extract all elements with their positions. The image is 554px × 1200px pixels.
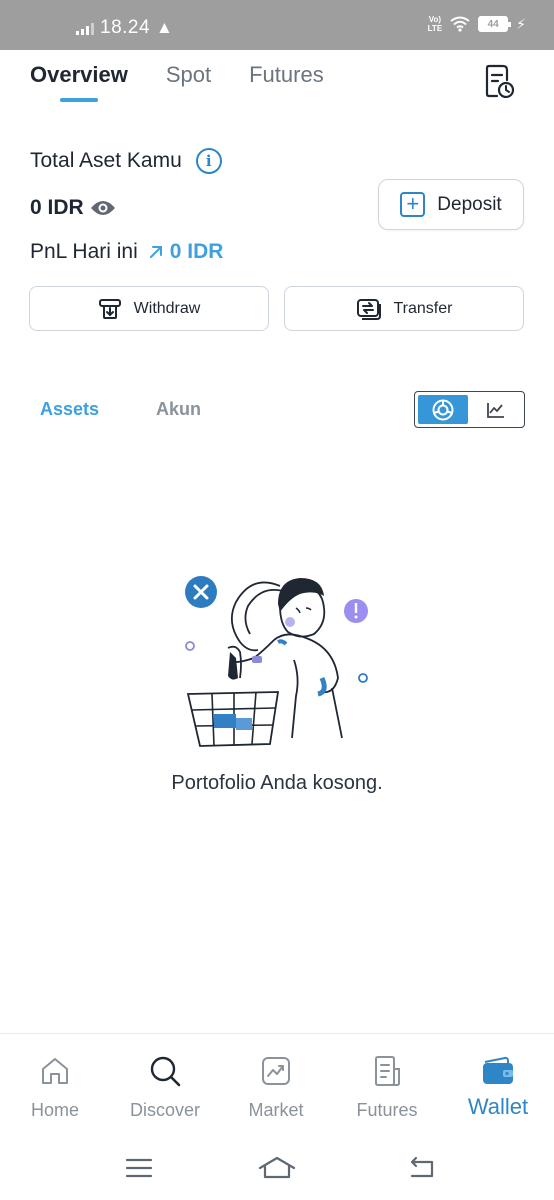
empty-state-message: Portofolio Anda kosong. [171,772,383,794]
line-chart-icon [487,402,505,418]
menu-icon[interactable] [124,1154,154,1182]
eye-icon[interactable] [90,199,116,217]
withdraw-button[interactable]: Withdraw [29,286,269,331]
home-icon [42,1058,68,1084]
balance: 0 IDR [30,196,116,220]
balance-value: 0 IDR [30,196,84,219]
wallet-icon [483,1056,513,1084]
volte-icon: Vo) LTE [427,15,443,33]
history-button[interactable] [482,64,516,100]
line-view-button[interactable] [472,395,522,424]
total-assets-label: Total Aset Kamu i [30,148,222,174]
home-system-icon[interactable] [257,1154,297,1182]
status-time: 18.24 [100,17,151,38]
tab-overview[interactable]: Overview [30,62,128,102]
empty-portfolio-illustration [185,576,368,747]
status-bar: 18.24 ▲ Vo) LTE 44 ⚡ [0,0,554,50]
nav-home-label: Home [30,1100,79,1120]
tab-akun[interactable]: Akun [156,399,201,420]
tab-futures[interactable]: Futures [249,62,324,100]
donut-view-button[interactable] [418,395,468,424]
deposit-button[interactable]: + Deposit [378,179,524,230]
warning-icon: ▲ [156,18,173,37]
nav-discover-label: Discover [129,1100,200,1120]
view-toggle [414,391,525,428]
assets-tabs: Assets Akun [40,399,201,420]
transfer-icon [356,298,381,320]
info-icon[interactable]: i [195,148,222,174]
search-icon [150,1056,181,1087]
plus-icon: + [400,192,426,217]
battery-icon: 44 [478,16,512,32]
system-nav-bar [0,1140,554,1200]
transfer-button[interactable]: Transfer [284,286,524,331]
arrow-up-right-icon [149,246,162,258]
pnl-value: 0 IDR [148,240,223,264]
nav-market-label: Market [248,1100,304,1120]
back-icon[interactable] [406,1154,438,1182]
chart-icon [262,1057,290,1085]
nav-wallet-label: Wallet [467,1094,529,1119]
donut-chart-icon [432,399,454,420]
nav-futures[interactable]: Futures [332,1054,442,1121]
pnl-label: PnL Hari ini [30,240,138,263]
nav-market[interactable]: Market [221,1054,331,1121]
nav-discover[interactable]: Discover [110,1054,220,1121]
bottom-nav: Home Discover Market Futures Wallet [0,1033,554,1133]
nav-futures-label: Futures [356,1100,418,1120]
document-icon [375,1056,400,1086]
nav-home[interactable]: Home [0,1054,110,1121]
signal-icon [76,21,94,35]
tab-assets[interactable]: Assets [40,399,99,420]
withdraw-icon [98,298,121,319]
charging-icon: ⚡ [516,15,526,32]
top-tabs: Overview Spot Futures [30,62,324,102]
nav-wallet[interactable]: Wallet [443,1054,553,1120]
tab-spot[interactable]: Spot [166,62,211,100]
pnl-row: PnL Hari ini 0 IDR [30,240,223,264]
wifi-icon [450,16,470,32]
document-clock-icon [485,64,515,99]
